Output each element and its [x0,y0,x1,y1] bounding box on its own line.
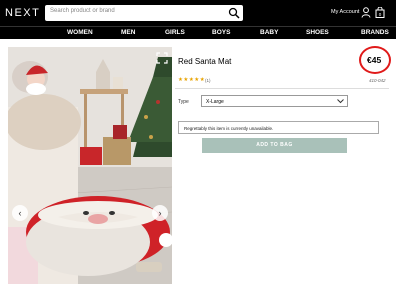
my-account-link[interactable]: My Account [331,9,359,15]
zoom-icon[interactable] [156,52,168,64]
main-nav: WOMEN MEN GIRLS BOYS BABY SHOES BRANDS [0,26,396,39]
product-price: €45 [367,55,382,65]
nav-item-men[interactable]: MEN [121,29,135,36]
product-code: 410-042 [369,78,386,83]
chevron-left-icon: ‹ [18,208,22,218]
search-input[interactable]: Search product or brand [50,8,115,14]
product-image[interactable]: ‹ › [8,47,172,284]
product-photo-illustration [8,47,172,284]
type-select-value: X-Large [206,98,224,105]
type-select[interactable]: X-Large [201,95,348,107]
rating-stars[interactable]: ★★★★★ [178,77,205,83]
svg-text:0: 0 [379,12,382,17]
chevron-down-icon [337,99,344,104]
unavailable-notice-text: Regrettably this item is currently unava… [184,125,274,131]
nav-item-shoes[interactable]: SHOES [306,29,329,36]
user-icon[interactable] [361,7,371,18]
add-to-bag-button[interactable]: ADD TO BAG [202,138,347,153]
search-box[interactable]: Search product or brand [45,5,243,21]
divider [175,88,389,89]
prev-image-button[interactable]: ‹ [12,205,28,221]
bag-icon[interactable]: 0 [375,7,385,18]
site-logo[interactable]: NEXT [5,7,40,19]
next-image-button[interactable]: › [152,205,168,221]
nav-item-boys[interactable]: BOYS [212,29,230,36]
unavailable-notice: Regrettably this item is currently unava… [178,121,379,134]
product-title: Red Santa Mat [178,57,232,66]
nav-item-brands[interactable]: BRANDS [361,29,389,36]
nav-item-women[interactable]: WOMEN [67,29,93,36]
nav-item-baby[interactable]: BABY [260,29,278,36]
top-bar: NEXT Search product or brand My Account … [0,0,396,26]
type-label: Type [178,99,189,105]
review-count[interactable]: (1) [205,78,211,83]
search-icon[interactable] [228,7,240,19]
nav-item-girls[interactable]: GIRLS [165,29,185,36]
chevron-right-icon: › [158,208,162,218]
